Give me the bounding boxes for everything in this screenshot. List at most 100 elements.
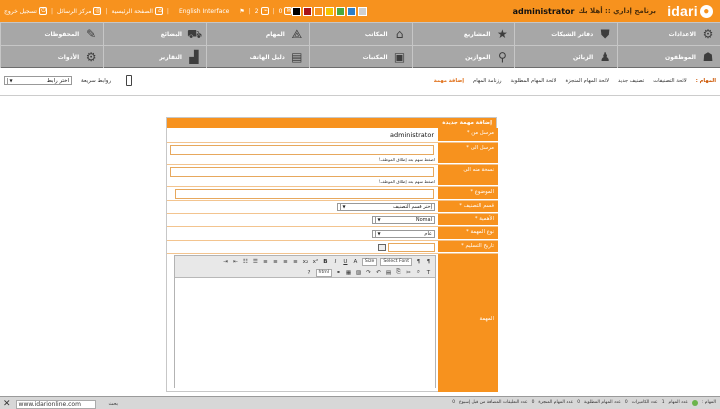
superscript-icon[interactable]: x² bbox=[312, 259, 319, 265]
ltr-icon[interactable]: ¶ bbox=[415, 259, 422, 265]
tab-requested-tasks[interactable]: لائحة المهام المطلوبة bbox=[511, 78, 557, 84]
copy-icon[interactable]: ⎘ bbox=[395, 269, 402, 276]
status-item-4[interactable]: عدد التعليقات المضافة من قبل إسبوع bbox=[459, 400, 528, 406]
mail-count[interactable]: ✉ 0 bbox=[279, 7, 293, 15]
priority-label: الأهمية * bbox=[438, 214, 498, 226]
underline-icon[interactable]: U bbox=[342, 259, 349, 265]
top-links: ✉ 0 | ⌁ 2 | ⚑ English Interface | ⌂ الصفحة … bbox=[4, 7, 293, 15]
rtl-icon[interactable]: ¶ bbox=[425, 259, 432, 265]
redo-icon[interactable]: ↷ bbox=[365, 270, 372, 276]
cc-input[interactable] bbox=[170, 167, 434, 177]
nav-phonebook[interactable]: دليل الهاتف ▤ bbox=[206, 45, 309, 68]
swatch-gray[interactable] bbox=[358, 6, 368, 16]
row-due-date: تاريخ التسليم * bbox=[167, 241, 498, 254]
category-select[interactable]: ▼ إختر قسم التصنيف bbox=[337, 203, 435, 211]
subject-label: الموضوع * bbox=[438, 187, 498, 200]
cc-hint: اضغط سهم بعد إطلاق الموظف! bbox=[378, 179, 435, 184]
nav-libraries[interactable]: المكتبات ▣ bbox=[308, 45, 412, 68]
subject-input[interactable] bbox=[175, 189, 434, 199]
flag-icon[interactable]: ⚑ bbox=[239, 8, 244, 15]
align-center-icon[interactable]: ≡ bbox=[282, 259, 289, 265]
table-icon[interactable]: ▦ bbox=[345, 270, 352, 276]
html-mode-button[interactable]: html bbox=[315, 268, 332, 277]
tab-done-tasks[interactable]: لائحة المهام المنجزة bbox=[565, 78, 609, 84]
font-color-icon[interactable]: A bbox=[352, 259, 359, 265]
nav-tools[interactable]: الأدوات ⚙ bbox=[0, 45, 104, 68]
clean-format-icon[interactable]: T bbox=[425, 270, 432, 276]
row-priority: الأهمية * ▼ Nomal bbox=[167, 214, 498, 227]
to-input[interactable] bbox=[170, 145, 434, 155]
english-interface-link[interactable]: English Interface bbox=[179, 8, 229, 15]
logo-mark-icon: ● bbox=[699, 4, 713, 18]
status-item-0[interactable]: عدد المهام bbox=[668, 400, 687, 406]
cc-label: نسخة منه الى bbox=[438, 165, 498, 186]
power-icon: ⏻ bbox=[38, 7, 47, 15]
nav-reports[interactable]: التقارير ▟ bbox=[103, 45, 206, 68]
chart-icon: ▟ bbox=[189, 50, 199, 64]
nav-customers[interactable]: الزبائن ♟ bbox=[514, 45, 618, 68]
attachment-count[interactable]: ⌁ 2 bbox=[255, 7, 269, 15]
editor-content-area[interactable] bbox=[175, 278, 435, 388]
align-right-icon[interactable]: ≡ bbox=[272, 259, 279, 265]
add-task-form: إضافة مهمة جديدة مرسل من * administrator… bbox=[166, 117, 498, 393]
nav-archive[interactable]: المحفوظات ✎ bbox=[0, 22, 104, 45]
tab-task-calendar[interactable]: رزنامة المهام bbox=[473, 78, 501, 84]
swatch-orange[interactable] bbox=[314, 6, 324, 16]
nav-goods[interactable]: البضائع ⛟ bbox=[103, 22, 206, 45]
paste-icon[interactable]: ▤ bbox=[385, 270, 392, 276]
status-label: المهام : bbox=[701, 400, 716, 405]
home-icon: ⌂ bbox=[154, 7, 163, 15]
priority-select[interactable]: ▼ Nomal bbox=[372, 216, 435, 224]
subscript-icon[interactable]: x₂ bbox=[302, 259, 309, 265]
swatch-red[interactable] bbox=[303, 6, 313, 16]
swatch-black[interactable] bbox=[292, 6, 302, 16]
undo-icon[interactable]: ↶ bbox=[375, 270, 382, 276]
nav-tasks[interactable]: المهام ⟁ bbox=[206, 22, 309, 45]
due-date-input[interactable] bbox=[388, 243, 435, 252]
status-item-2[interactable]: عدد المهام المطلوبة bbox=[584, 400, 621, 406]
swatch-blue[interactable] bbox=[347, 6, 357, 16]
calendar-icon[interactable] bbox=[378, 244, 386, 251]
image-icon[interactable]: ▨ bbox=[355, 270, 362, 276]
employees-icon: ☗ bbox=[702, 50, 714, 64]
nav-checkbooks[interactable]: دفاتر الشيكات ⛊ bbox=[514, 22, 618, 45]
close-icon[interactable]: ✕ bbox=[3, 399, 11, 409]
indent-icon[interactable]: ⇥ bbox=[222, 259, 229, 265]
messages-link[interactable]: ◎ مركز الرسائل bbox=[57, 7, 102, 15]
messages-icon: ◎ bbox=[93, 7, 102, 15]
bullet-list-icon[interactable]: ☰ bbox=[252, 259, 259, 265]
nav-balances[interactable]: الموازين ⚲ bbox=[411, 45, 515, 68]
numbered-list-icon[interactable]: ☷ bbox=[242, 259, 249, 265]
outdent-icon[interactable]: ⇤ bbox=[232, 259, 239, 265]
nav-employees[interactable]: الموظفون ☗ bbox=[617, 45, 720, 68]
justify-icon[interactable]: ≡ bbox=[262, 259, 269, 265]
link-icon[interactable]: ⚭ bbox=[335, 270, 342, 276]
status-value-3: 0 bbox=[531, 400, 535, 405]
status-item-1[interactable]: عدد الكاميرات bbox=[632, 400, 658, 406]
italic-icon[interactable]: I bbox=[332, 259, 339, 265]
font-select[interactable]: Select Font bbox=[380, 257, 412, 266]
find-icon[interactable]: ⌕ bbox=[415, 269, 422, 276]
type-select[interactable]: ▼ عام bbox=[372, 230, 435, 238]
align-left-icon[interactable]: ≡ bbox=[292, 259, 299, 265]
nav-settings[interactable]: الاعدادات ⚙ bbox=[617, 22, 720, 45]
tab-add-task[interactable]: إضافة مهمة bbox=[434, 78, 464, 84]
website-url[interactable]: www.idarionline.com bbox=[15, 399, 96, 409]
idari-logo[interactable]: ● idari bbox=[660, 0, 720, 22]
cut-icon[interactable]: ✂ bbox=[405, 270, 412, 276]
size-select[interactable]: Size bbox=[361, 257, 378, 266]
quick-links-select[interactable]: ▼ اختر رابط bbox=[4, 76, 72, 85]
help-icon[interactable]: ? bbox=[306, 270, 313, 276]
search-label[interactable]: بحث bbox=[109, 401, 119, 407]
status-value-2: 0 bbox=[577, 400, 580, 405]
tab-categories[interactable]: لائحة التصنيفات bbox=[653, 78, 687, 84]
bold-icon[interactable]: B bbox=[322, 259, 329, 265]
status-item-3[interactable]: عدد المهام المنجزة bbox=[538, 400, 573, 406]
swatch-yellow[interactable] bbox=[325, 6, 335, 16]
logout-link[interactable]: ⏻ تسجيل خروج bbox=[4, 7, 47, 15]
home-link[interactable]: ⌂ الصفحة الرئيسية bbox=[112, 7, 163, 15]
nav-projects[interactable]: المشاريع ★ bbox=[411, 22, 515, 45]
nav-offices[interactable]: المكاتب ⌂ bbox=[308, 22, 412, 45]
tab-new-category[interactable]: تصنيف جديد bbox=[618, 78, 644, 84]
swatch-green[interactable] bbox=[336, 6, 346, 16]
